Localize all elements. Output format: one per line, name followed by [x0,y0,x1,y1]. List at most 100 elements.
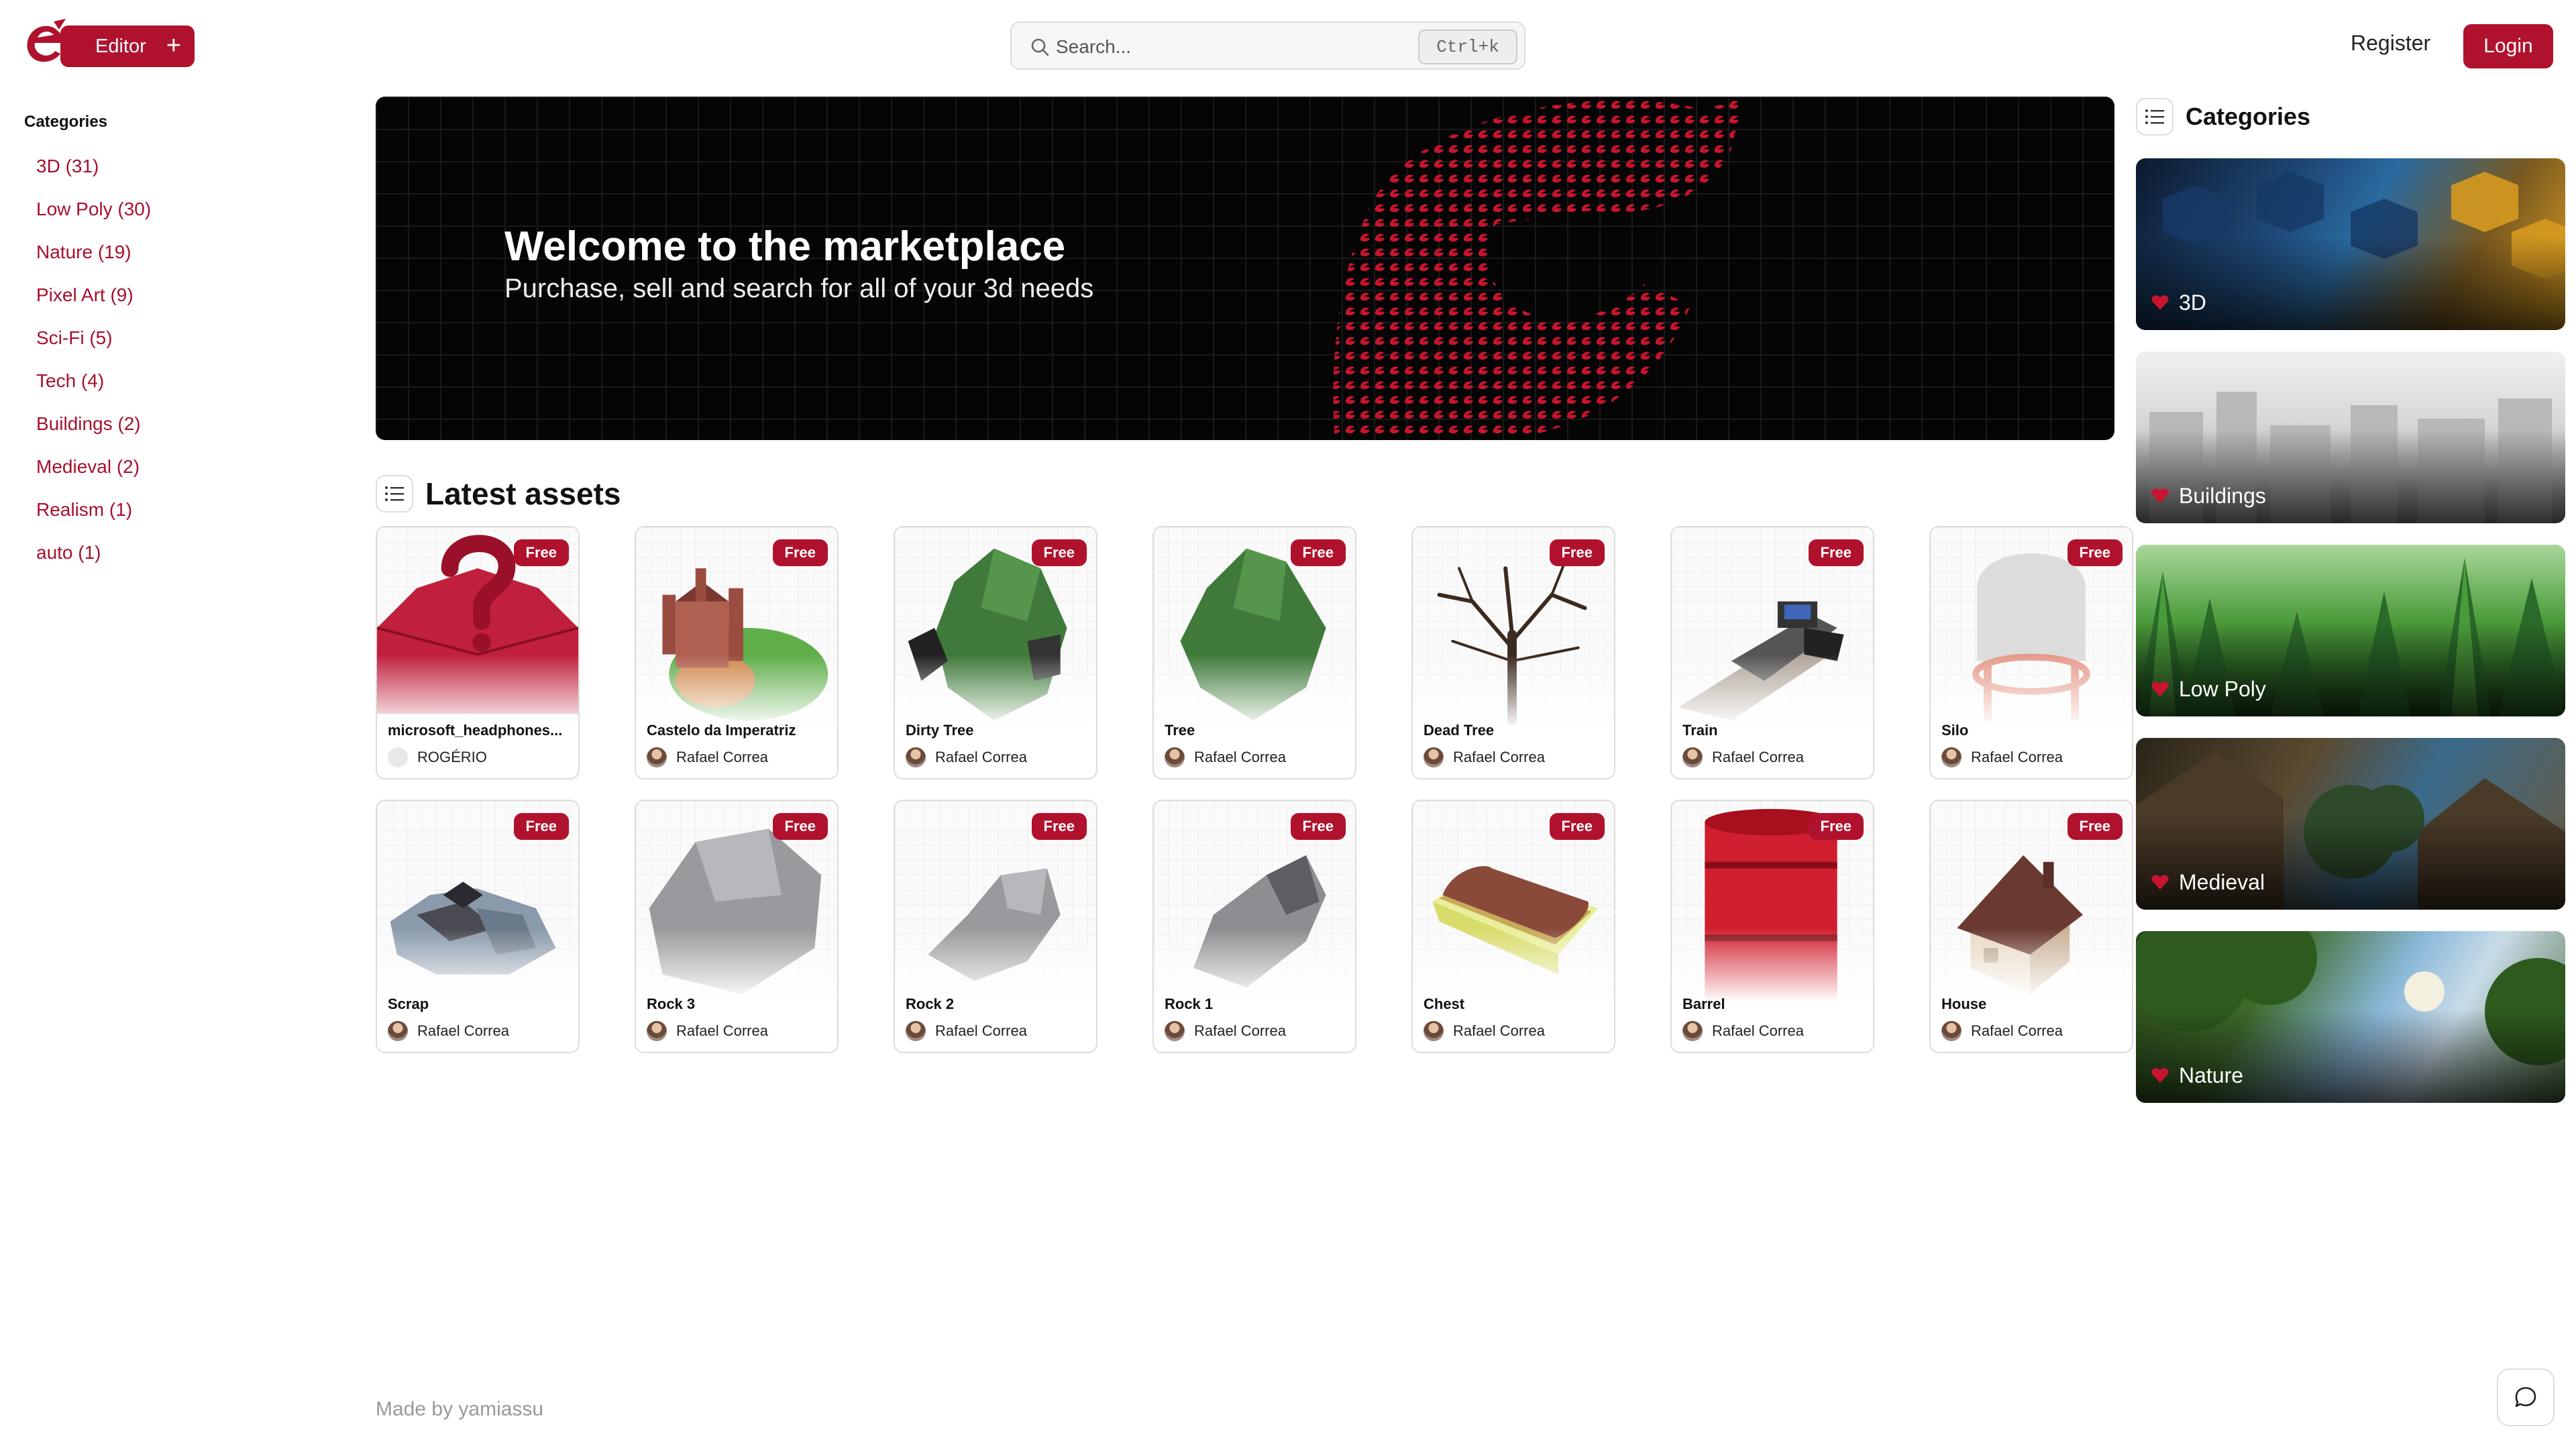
asset-card-house[interactable]: Free House Rafael Correa [1929,800,2133,1053]
avatar [647,1021,667,1041]
category-tag-icon [2151,295,2169,310]
asset-author[interactable]: Rafael Correa [1165,1020,1286,1042]
asset-author[interactable]: Rafael Correa [1941,746,2063,769]
avatar [1165,1021,1185,1041]
left-category-sidebar: Categories 3D (31) Low Poly (30) Nature … [24,113,306,574]
register-link[interactable]: Register [2351,31,2430,56]
asset-author[interactable]: ROGÉRIO [388,746,487,769]
price-badge: Free [2067,539,2123,566]
asset-card-rock-1[interactable]: Free Rock 1 Rafael Correa [1152,800,1356,1053]
author-name: Rafael Correa [1194,749,1286,765]
latest-assets-title: Latest assets [425,476,621,511]
category-card-nature[interactable]: Nature [2136,931,2565,1103]
sidebar-category-low-poly[interactable]: Low Poly (30) [36,188,306,231]
sidebar-category-nature[interactable]: Nature (19) [36,231,306,274]
asset-name: Train [1682,722,1718,739]
price-badge: Free [2067,813,2123,840]
login-button[interactable]: Login [2463,24,2553,68]
asset-card-rock-2[interactable]: Free Rock 2 Rafael Correa [894,800,1097,1053]
author-name: Rafael Correa [676,749,768,765]
editor-button-label: Editor [95,35,146,57]
asset-author[interactable]: Rafael Correa [1424,746,1545,769]
category-card-label: Medieval [2179,870,2265,894]
asset-author[interactable]: Rafael Correa [388,1020,509,1042]
category-card-3d[interactable]: 3D [2136,158,2565,330]
asset-name: Dead Tree [1424,722,1495,739]
price-badge: Free [1549,813,1605,840]
asset-name: microsoft_headphones... [388,722,563,739]
avatar [906,1021,926,1041]
author-name: Rafael Correa [1453,1022,1545,1039]
price-badge: Free [1808,539,1864,566]
asset-card-train[interactable]: Free Train Rafael Correa [1670,526,1874,780]
chat-button[interactable] [2497,1368,2555,1426]
avatar [1424,747,1444,767]
sidebar-category-auto[interactable]: auto (1) [36,531,306,574]
price-badge: Free [1031,813,1087,840]
asset-author[interactable]: Rafael Correa [906,1020,1027,1042]
asset-name: Chest [1424,996,1465,1012]
asset-card-barrel[interactable]: Free Barrel Rafael Correa [1670,800,1874,1053]
footer-credit: Made by yamiassu [376,1398,544,1420]
sidebar-category-pixel-art[interactable]: Pixel Art (9) [36,274,306,317]
sidebar-category-sci-fi[interactable]: Sci-Fi (5) [36,317,306,360]
asset-name: Dirty Tree [906,722,974,739]
asset-card-castelo-da-imperatriz[interactable]: Free Castelo da Imperatriz Rafael Correa [635,526,839,780]
author-name: Rafael Correa [935,749,1027,765]
search-input[interactable]: Search... Ctrl+k [1010,21,1525,70]
category-card-low-poly[interactable]: Low Poly [2136,545,2565,716]
sidebar-category-tech[interactable]: Tech (4) [36,360,306,402]
price-badge: Free [513,539,569,566]
avatar [647,747,667,767]
sidebar-category-medieval[interactable]: Medieval (2) [36,445,306,488]
list-icon [376,475,413,513]
asset-author[interactable]: Rafael Correa [1424,1020,1545,1042]
latest-assets-header: Latest assets [376,474,621,514]
asset-card-silo[interactable]: Free Silo Rafael Correa [1929,526,2133,780]
author-name: Rafael Correa [935,1022,1027,1039]
asset-author[interactable]: Rafael Correa [1165,746,1286,769]
price-badge: Free [772,539,828,566]
asset-author[interactable]: Rafael Correa [1682,746,1804,769]
price-badge: Free [513,813,569,840]
asset-author[interactable]: Rafael Correa [647,746,768,769]
category-card-label: Low Poly [2179,677,2266,701]
author-name: Rafael Correa [417,1022,509,1039]
asset-author[interactable]: Rafael Correa [1682,1020,1804,1042]
asset-author[interactable]: Rafael Correa [906,746,1027,769]
author-name: Rafael Correa [676,1022,768,1039]
asset-card-scrap[interactable]: Free Scrap Rafael Correa [376,800,580,1053]
category-tag-icon [2151,488,2169,503]
asset-name: Tree [1165,722,1195,739]
sidebar-category-3d[interactable]: 3D (31) [36,145,306,188]
price-badge: Free [1808,813,1864,840]
avatar [388,747,408,767]
asset-author[interactable]: Rafael Correa [1941,1020,2063,1042]
editor-button[interactable]: Editor + [60,25,195,67]
avatar [1165,747,1185,767]
category-card-label: Buildings [2179,484,2266,508]
asset-card-chest[interactable]: Free Chest Rafael Correa [1411,800,1615,1053]
right-categories-header: Categories [2136,98,2310,136]
asset-card-microsoft-headphones[interactable]: Free microsoft_headphones... ROGÉRIO [376,526,580,780]
asset-card-dirty-tree[interactable]: Free Dirty Tree Rafael Correa [894,526,1097,780]
banner-logo-pattern-icon [1333,97,1744,440]
avatar [1682,747,1703,767]
plus-icon: + [166,32,181,60]
sidebar-category-buildings[interactable]: Buildings (2) [36,402,306,445]
avatar [1941,1021,1962,1041]
category-card-medieval[interactable]: Medieval [2136,738,2565,910]
category-card-buildings[interactable]: Buildings [2136,352,2565,523]
author-name: Rafael Correa [1194,1022,1286,1039]
asset-card-tree[interactable]: Free Tree Rafael Correa [1152,526,1356,780]
avatar [1682,1021,1703,1041]
asset-name: Rock 1 [1165,996,1214,1012]
price-badge: Free [1549,539,1605,566]
asset-author[interactable]: Rafael Correa [647,1020,768,1042]
asset-card-dead-tree[interactable]: Free Dead Tree Rafael Correa [1411,526,1615,780]
avatar [1424,1021,1444,1041]
asset-name: Rock 3 [647,996,696,1012]
sidebar-category-realism[interactable]: Realism (1) [36,488,306,531]
asset-card-rock-3[interactable]: Free Rock 3 Rafael Correa [635,800,839,1053]
avatar [906,747,926,767]
